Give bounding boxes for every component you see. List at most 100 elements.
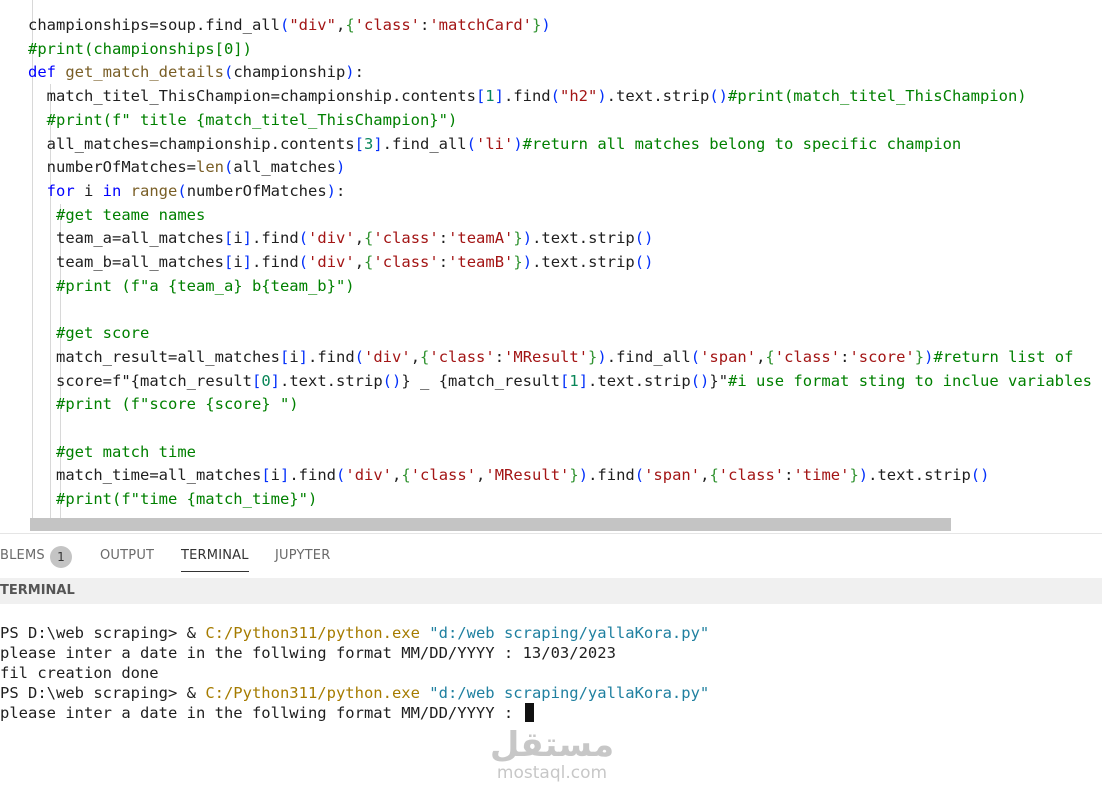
- code-token: 'class': [429, 347, 495, 366]
- code-token: (: [279, 16, 290, 34]
- code-line[interactable]: #print (f"score {score} "): [0, 392, 299, 416]
- code-token: [: [475, 87, 486, 106]
- code-token: ): [335, 158, 346, 177]
- code-token: team_a=all_matches: [56, 229, 224, 248]
- code-token: .text.strip: [606, 87, 710, 106]
- code-token: ): [345, 63, 355, 82]
- code-line[interactable]: #print(f"time {match_time}"): [0, 487, 317, 511]
- code-line[interactable]: #print(championships[0]): [0, 37, 252, 61]
- code-token: {: [709, 466, 719, 485]
- code-token: .find: [289, 466, 337, 485]
- code-token: ): [326, 181, 337, 200]
- tab-jupyter[interactable]: JUPYTER: [275, 548, 330, 563]
- code-token: (): [709, 87, 728, 106]
- code-editor[interactable]: championships=soup.find_all("div",{'clas…: [0, 0, 1102, 532]
- code-line[interactable]: score=f"{match_result[0].text.strip()} _…: [0, 369, 1092, 393]
- code-token: :: [336, 181, 346, 200]
- tab-output[interactable]: OUTPUT: [100, 548, 154, 563]
- terminal-section-header[interactable]: TERMINAL: [0, 578, 1102, 604]
- code-token: numberOfMatches: [186, 181, 327, 200]
- code-token: ]: [280, 466, 290, 485]
- terminal-line: PS D:\web scraping> & C:/Python311/pytho…: [0, 623, 709, 643]
- code-token: 'div': [308, 229, 355, 248]
- code-token: [: [251, 371, 262, 390]
- code-token: 3: [363, 134, 374, 153]
- problems-count-badge: 1: [50, 546, 72, 568]
- code-line[interactable]: match_time=all_matches[i].find('div',{'c…: [0, 463, 989, 487]
- code-token: (: [336, 466, 346, 485]
- code-token: (): [634, 229, 654, 248]
- code-token: match_titel_ThisChampion=championship.co…: [46, 87, 476, 106]
- code-token: .find: [252, 253, 299, 271]
- code-token: ): [578, 466, 589, 485]
- code-token: (: [223, 158, 234, 177]
- code-token: }: [569, 466, 579, 485]
- code-line[interactable]: match_result=all_matches[i].find('div',{…: [0, 345, 1073, 369]
- code-line[interactable]: #get score: [0, 321, 149, 345]
- code-token: ): [522, 229, 533, 248]
- terminal-line: please inter a date in the follwing form…: [0, 703, 534, 723]
- code-token: (: [223, 63, 234, 82]
- code-line[interactable]: #print (f"a {team_a} b{team_b}"): [0, 274, 355, 298]
- code-token: ]: [242, 229, 253, 248]
- code-token: .find: [503, 87, 551, 106]
- horizontal-scrollbar[interactable]: [30, 518, 951, 531]
- code-token: {: [401, 466, 411, 485]
- code-token: (): [970, 466, 990, 485]
- code-line[interactable]: numberOfMatches=len(all_matches): [0, 155, 346, 179]
- code-token: [: [261, 466, 271, 485]
- code-token: ,: [410, 347, 421, 366]
- code-token: {: [130, 371, 140, 390]
- code-line[interactable]: #print(f" title {match_titel_ThisChampio…: [0, 108, 458, 132]
- code-token: match_result=all_matches: [56, 347, 280, 366]
- code-token: (: [354, 347, 365, 366]
- code-line[interactable]: match_titel_ThisChampion=championship.co…: [0, 84, 1027, 108]
- code-line[interactable]: team_a=all_matches[i].find('div',{'class…: [0, 226, 653, 250]
- terminal-text: C:/Python311/python.exe: [205, 624, 420, 642]
- code-line[interactable]: def get_match_details(championship):: [0, 60, 364, 84]
- code-line[interactable]: #get match time: [0, 440, 196, 464]
- code-token: ,: [354, 253, 365, 271]
- code-line[interactable]: for i in range(numberOfMatches):: [0, 179, 346, 203]
- code-token: in: [102, 181, 131, 200]
- code-line[interactable]: team_b=all_matches[i].find('div',{'class…: [0, 250, 653, 274]
- code-token: .text.strip: [588, 371, 691, 390]
- code-token: numberOfMatches=: [46, 158, 196, 177]
- code-line[interactable]: championships=soup.find_all("div",{'clas…: [0, 13, 551, 37]
- code-token: len: [195, 158, 224, 177]
- code-token: .find_all: [606, 347, 691, 366]
- terminal-text: PS D:\web scraping> &: [0, 624, 206, 642]
- code-token: {: [364, 253, 374, 271]
- code-token: [: [560, 371, 570, 390]
- terminal-text: fil creation done: [0, 664, 159, 682]
- code-token: 'class': [718, 466, 785, 485]
- code-token: }": [709, 371, 729, 390]
- tab-problems[interactable]: BLEMS: [0, 548, 45, 563]
- code-line[interactable]: all_matches=championship.contents[3].fin…: [0, 132, 962, 156]
- code-token: 'li': [476, 134, 514, 153]
- code-line[interactable]: #get teame names: [0, 203, 205, 227]
- code-token: 'matchCard': [429, 16, 532, 34]
- tab-terminal[interactable]: TERMINAL: [181, 548, 249, 572]
- code-token: all_matches: [233, 158, 336, 177]
- panel-tab-bar: BLEMS 1 OUTPUT TERMINAL JUPYTER: [0, 533, 1102, 579]
- code-token: }: [513, 229, 523, 248]
- code-token: }: [914, 347, 925, 366]
- mostaql-watermark: مستقل mostaql.com: [482, 720, 622, 790]
- code-token: get_match_details: [65, 63, 224, 82]
- code-token: match_result: [140, 371, 252, 390]
- code-token: #print(championships[0]): [28, 39, 252, 58]
